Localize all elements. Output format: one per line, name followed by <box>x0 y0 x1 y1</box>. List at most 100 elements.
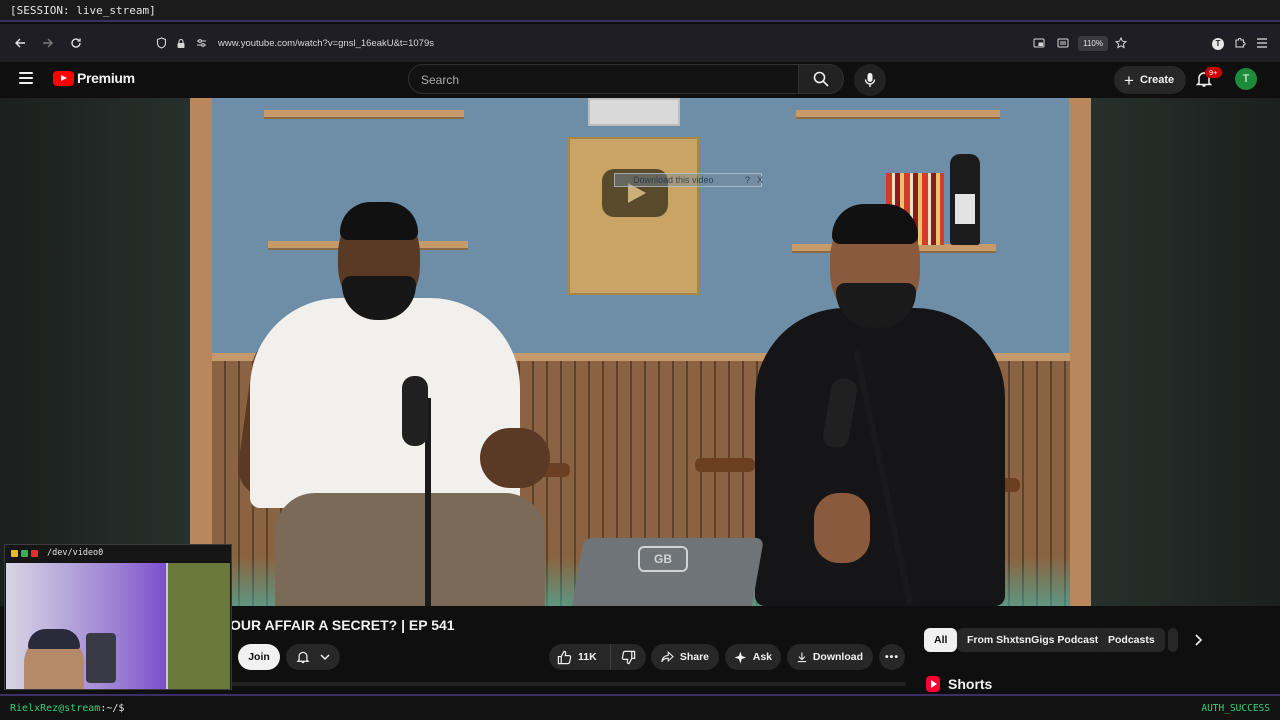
plus-icon: + <box>1124 70 1134 90</box>
extensions-puzzle-icon[interactable] <box>1234 36 1246 51</box>
auth-status: AUTH_SUCCESS <box>1201 703 1270 714</box>
scene-silver-plaque <box>588 98 680 126</box>
chips-next-button[interactable] <box>1186 628 1210 652</box>
tablet-logo: GB <box>638 546 688 572</box>
like-count: 11K <box>578 651 597 663</box>
scene-bottle <box>950 154 980 245</box>
webcam-titlebar[interactable]: /dev/video0 <box>5 545 231 561</box>
webcam-minimize-icon[interactable] <box>11 549 18 557</box>
search-icon <box>813 71 829 87</box>
site-permissions-icon[interactable] <box>192 34 210 52</box>
webcam-overlay[interactable]: /dev/video0 <box>4 544 232 690</box>
session-bar: [SESSION: live_stream] <box>0 0 1280 22</box>
address-bar[interactable]: www.youtube.com/watch?v=gnsl_16eakU&t=10… <box>152 31 1132 55</box>
create-label: Create <box>1139 74 1175 86</box>
scene-shelf <box>796 110 1000 119</box>
shield-icon[interactable] <box>152 34 170 52</box>
guide-menu-icon[interactable] <box>19 72 33 84</box>
extension-t-icon[interactable]: T <box>1212 37 1224 50</box>
reload-button[interactable] <box>64 31 88 55</box>
menu-icon[interactable] <box>1256 37 1268 51</box>
microphone-icon <box>864 73 876 87</box>
ambient-glow-right <box>1091 98 1280 606</box>
scene-shelf <box>264 110 464 119</box>
join-button[interactable]: Join <box>238 644 280 670</box>
chevron-right-icon <box>1195 634 1202 646</box>
video-player-area: Download this video ? X GB <box>0 98 1280 606</box>
video-title: OUR AFFAIR A SECRET? | EP 541 <box>230 617 455 633</box>
host-right-hair <box>832 204 918 244</box>
chip-all[interactable]: All <box>924 628 958 652</box>
video-frame[interactable]: Download this video ? X GB <box>190 98 1091 606</box>
download-icon <box>797 652 807 663</box>
like-dislike-group: 11K <box>549 644 646 670</box>
extension-icons: T <box>1212 36 1268 51</box>
download-overlay-help[interactable]: ? <box>745 175 750 185</box>
arrow-left-icon <box>15 38 25 48</box>
chip-podcasts[interactable]: Podcasts <box>1098 628 1165 652</box>
more-actions-button[interactable]: ••• <box>879 644 905 670</box>
host-right-hands <box>814 493 870 563</box>
prompt-user: RielxRez@stream <box>10 702 101 714</box>
search-button[interactable] <box>798 64 844 94</box>
description-divider <box>230 682 906 686</box>
chip-from-channel[interactable]: From ShxtsnGigs Podcast <box>957 628 1109 652</box>
lock-icon[interactable] <box>172 34 190 52</box>
back-button[interactable] <box>8 31 32 55</box>
ambient-glow-left <box>0 98 190 606</box>
webcam-close-icon[interactable] <box>31 549 38 557</box>
webcam-maximize-icon[interactable] <box>21 549 28 557</box>
scene-chair-right <box>695 458 755 472</box>
share-arrow-icon <box>661 651 674 663</box>
create-button[interactable]: + Create <box>1114 66 1187 94</box>
webcam-device-label: /dev/video0 <box>47 548 104 558</box>
voice-search-button[interactable] <box>854 64 886 96</box>
picture-in-picture-icon[interactable] <box>1030 34 1048 52</box>
streamer-hat <box>28 629 80 649</box>
host-left-legs <box>275 493 545 606</box>
host-left-hair <box>340 202 418 240</box>
scene-gold-plaque <box>568 137 699 295</box>
ask-label: Ask <box>752 651 772 663</box>
sparkle-icon <box>734 651 747 663</box>
bell-icon <box>296 651 310 664</box>
download-overlay-close[interactable]: X <box>757 175 763 185</box>
address-bar-actions: 110% <box>1030 31 1132 55</box>
ask-button[interactable]: Ask <box>725 644 781 670</box>
youtube-logo-icon <box>53 70 74 86</box>
reader-view-icon[interactable] <box>1054 34 1072 52</box>
like-button[interactable]: 11K <box>549 644 611 670</box>
thumbs-up-icon <box>557 650 572 664</box>
share-button[interactable]: Share <box>651 644 719 670</box>
youtube-premium-logo[interactable]: Premium <box>53 70 135 86</box>
scene-frame-right <box>1069 98 1091 606</box>
reload-icon <box>71 38 81 48</box>
download-overlay-text: Download this video <box>633 175 714 185</box>
bookmark-star-icon[interactable] <box>1112 34 1130 52</box>
logo-text: Premium <box>77 70 135 86</box>
browser-toolbar: www.youtube.com/watch?v=gnsl_16eakU&t=10… <box>0 24 1280 62</box>
url-text[interactable]: www.youtube.com/watch?v=gnsl_16eakU&t=10… <box>218 38 434 49</box>
microphone-left <box>402 376 428 446</box>
shorts-section-header: Shorts <box>926 676 992 692</box>
subscription-bell-button[interactable] <box>286 644 340 670</box>
terminal-prompt-bar[interactable]: RielxRez@stream :~/$ AUTH_SUCCESS <box>0 694 1280 720</box>
download-label: Download <box>812 651 863 663</box>
scene-frame-left <box>190 98 212 606</box>
avatar[interactable]: T <box>1235 68 1257 90</box>
download-button[interactable]: Download <box>787 644 873 670</box>
dislike-button[interactable] <box>611 644 646 670</box>
chip-partial[interactable] <box>1168 628 1178 652</box>
thumbs-down-icon <box>621 650 636 664</box>
forward-button[interactable] <box>36 31 60 55</box>
zoom-level-badge[interactable]: 110% <box>1078 35 1108 51</box>
host-left-body <box>250 298 520 508</box>
session-label: [SESSION: live_stream] <box>10 4 156 17</box>
search-input[interactable]: Search <box>408 64 799 94</box>
arrow-right-icon <box>43 38 53 48</box>
chevron-down-icon <box>320 654 330 661</box>
prompt-path: :~/$ <box>100 702 125 714</box>
youtube-header: Premium Search + Create 9+ T <box>0 62 1280 98</box>
notification-count-badge: 9+ <box>1205 67 1222 78</box>
download-video-overlay[interactable]: Download this video ? X <box>614 173 763 187</box>
